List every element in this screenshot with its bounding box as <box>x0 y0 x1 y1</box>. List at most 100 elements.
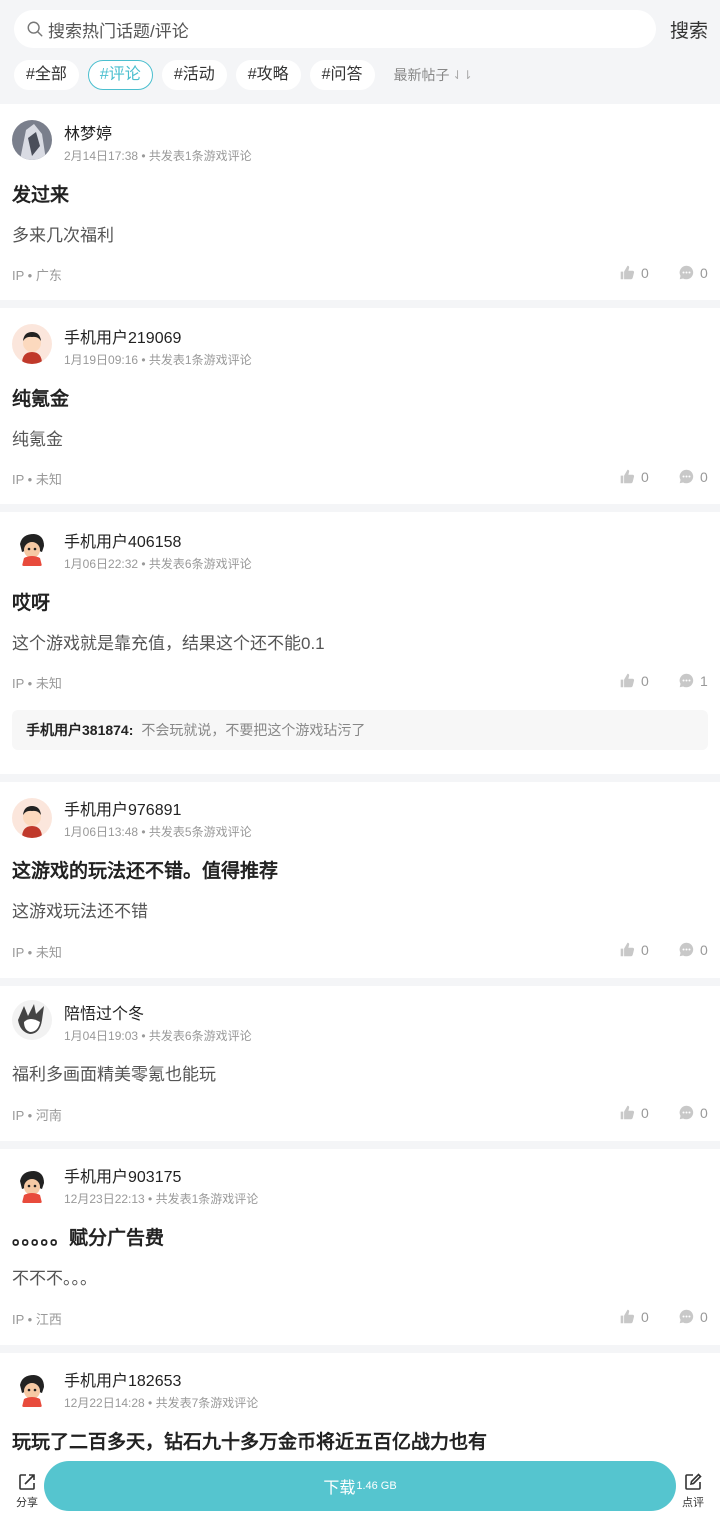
edit-icon <box>685 1473 702 1490</box>
tag-guide[interactable]: #攻略 <box>235 60 301 90</box>
sort-label: 最新帖子 <box>393 67 450 83</box>
post-item[interactable]: 林梦婷 2月14日17:38 • 共发表1条游戏评论 发过来 多来几次福利 IP… <box>0 104 720 300</box>
post-item[interactable]: 手机用户406158 1月06日22:32 • 共发表6条游戏评论 哎呀 这个游… <box>0 512 720 774</box>
username[interactable]: 手机用户219069 <box>64 324 181 348</box>
comment-button[interactable]: 0 <box>678 1104 708 1121</box>
comment-bubble-icon <box>679 469 694 484</box>
post-title: 这游戏的玩法还不错。值得推荐 <box>12 861 279 882</box>
comment-bubble-icon <box>679 265 694 280</box>
ip-location: IP • 江西 <box>12 1312 62 1327</box>
post-meta: 12月23日22:13 • 共发表1条游戏评论 <box>64 1192 259 1206</box>
avatar[interactable] <box>12 1000 52 1040</box>
reply-username[interactable]: 手机用户381874: <box>26 720 133 740</box>
search-input[interactable]: 搜索热门话题/评论 <box>14 10 656 48</box>
tag-all[interactable]: #全部 <box>14 60 79 90</box>
tag-comment[interactable]: #评论 <box>87 60 153 90</box>
sort-dropdown[interactable]: 最新帖子 ⇃⇂ <box>394 65 473 85</box>
username[interactable]: 手机用户976891 <box>64 796 181 820</box>
username[interactable]: 手机用户406158 <box>64 528 181 552</box>
search-row: 搜索热门话题/评论 搜索 <box>14 10 708 48</box>
username[interactable]: 手机用户903175 <box>64 1163 181 1187</box>
like-button[interactable]: 0 <box>619 264 649 281</box>
post-item[interactable]: 手机用户903175 12月23日22:13 • 共发表1条游戏评论 。。。。。… <box>0 1149 720 1345</box>
post-meta: 1月19日09:16 • 共发表1条游戏评论 <box>64 353 252 367</box>
ip-location: IP • 河南 <box>12 1108 62 1123</box>
tag-qa[interactable]: #问答 <box>309 60 375 90</box>
comment-count: 1 <box>700 672 708 689</box>
post-body: 不不不。。。 <box>12 1269 97 1288</box>
share-label: 分享 <box>16 1497 38 1509</box>
comment-button[interactable]: 0 <box>678 1308 708 1325</box>
avatar[interactable] <box>12 528 52 568</box>
divider <box>0 1345 720 1353</box>
comment-bubble-icon <box>679 1105 694 1120</box>
search-icon <box>27 21 43 37</box>
reply-preview[interactable]: 手机用户381874: 不会玩就说，不要把这个游戏玷污了 <box>12 710 708 750</box>
post-meta: 12月22日14:28 • 共发表7条游戏评论 <box>64 1396 259 1410</box>
post-body: 这个游戏就是靠充值，结果这个还不能0.1 <box>12 634 325 653</box>
review-label: 点评 <box>682 1497 704 1509</box>
ip-location: IP • 未知 <box>12 472 62 487</box>
like-count: 0 <box>641 941 649 958</box>
post-item[interactable]: 手机用户219069 1月19日09:16 • 共发表1条游戏评论 纯氪金 纯氪… <box>0 308 720 504</box>
post-item[interactable]: 手机用户976891 1月06日13:48 • 共发表5条游戏评论 这游戏的玩法… <box>0 782 720 978</box>
post-meta: 1月04日19:03 • 共发表6条游戏评论 <box>64 1029 252 1043</box>
username[interactable]: 陪悟过个冬 <box>64 1000 144 1024</box>
comment-bubble-icon <box>679 942 694 957</box>
thumbs-up-icon <box>620 265 635 280</box>
like-count: 0 <box>641 264 649 281</box>
share-icon <box>19 1474 35 1490</box>
post-title: 纯氪金 <box>12 389 70 410</box>
divider <box>0 504 720 512</box>
like-button[interactable]: 0 <box>619 468 649 485</box>
bottom-action-bar: 分享 下载 1.46 GB 点评 <box>0 1452 720 1519</box>
post-body: 多来几次福利 <box>12 226 114 245</box>
post-item[interactable]: 手机用户182653 12月22日14:28 • 共发表7条游戏评论 玩玩了二百… <box>0 1353 720 1453</box>
comment-count: 0 <box>700 941 708 958</box>
comment-bubble-icon <box>679 1309 694 1324</box>
like-button[interactable]: 0 <box>619 1104 649 1121</box>
like-count: 0 <box>641 672 649 689</box>
tag-activity[interactable]: #活动 <box>161 60 227 90</box>
divider <box>0 1141 720 1149</box>
avatar[interactable] <box>12 324 52 364</box>
download-button[interactable]: 下载 1.46 GB <box>44 1461 676 1511</box>
post-meta: 1月06日22:32 • 共发表6条游戏评论 <box>64 557 252 571</box>
comment-bubble-icon <box>679 673 694 688</box>
like-button[interactable]: 0 <box>619 941 649 958</box>
avatar[interactable] <box>12 120 52 160</box>
comment-button[interactable]: 0 <box>678 468 708 485</box>
username[interactable]: 林梦婷 <box>64 120 112 144</box>
comment-count: 0 <box>700 468 708 485</box>
comment-button[interactable]: 0 <box>678 264 708 281</box>
reply-text: 不会玩就说，不要把这个游戏玷污了 <box>141 722 366 738</box>
download-size: 1.46 GB <box>356 1480 397 1492</box>
avatar[interactable] <box>12 798 52 838</box>
like-count: 0 <box>641 1104 649 1121</box>
post-title: 。。。。。赋分广告费 <box>12 1228 165 1249</box>
like-count: 0 <box>641 1308 649 1325</box>
post-title: 玩玩了二百多天，钻石九十多万金币将近五百亿战力也有 <box>12 1432 488 1453</box>
post-item[interactable]: 陪悟过个冬 1月04日19:03 • 共发表6条游戏评论 福利多画面精美零氪也能… <box>0 986 720 1141</box>
sort-icon: ⇃⇂ <box>452 68 473 82</box>
ip-location: IP • 未知 <box>12 676 62 691</box>
like-button[interactable]: 0 <box>619 1308 649 1325</box>
ip-location: IP • 广东 <box>12 268 62 283</box>
download-label: 下载 <box>323 1480 356 1497</box>
post-body: 纯氪金 <box>12 430 63 449</box>
search-button[interactable]: 搜索 <box>656 16 708 43</box>
avatar[interactable] <box>12 1369 52 1409</box>
like-button[interactable]: 0 <box>619 672 649 689</box>
review-button[interactable]: 点评 <box>678 1472 708 1510</box>
thumbs-up-icon <box>620 673 635 688</box>
comment-button[interactable]: 0 <box>678 941 708 958</box>
post-title: 发过来 <box>12 185 70 206</box>
thumbs-up-icon <box>620 469 635 484</box>
comment-button[interactable]: 1 <box>678 672 708 689</box>
avatar[interactable] <box>12 1165 52 1205</box>
share-button[interactable]: 分享 <box>12 1472 42 1510</box>
tag-filter-bar: #全部 #评论 #活动 #攻略 #问答 最新帖子 ⇃⇂ <box>14 60 708 90</box>
comment-count: 0 <box>700 264 708 281</box>
username[interactable]: 手机用户182653 <box>64 1367 181 1391</box>
header: 搜索热门话题/评论 搜索 #全部 #评论 #活动 #攻略 #问答 最新帖子 ⇃⇂ <box>0 0 720 104</box>
